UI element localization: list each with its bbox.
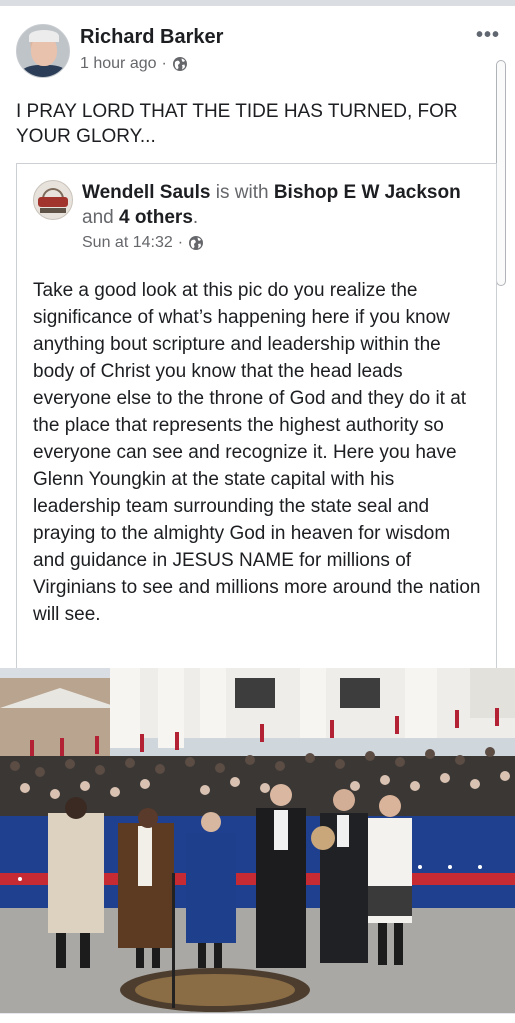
author-avatar[interactable] xyxy=(16,24,70,78)
author-name[interactable]: Richard Barker xyxy=(80,26,223,49)
bottom-divider xyxy=(0,1013,515,1023)
photo-illustration xyxy=(0,668,515,1013)
post-photo[interactable] xyxy=(0,668,515,1013)
period: . xyxy=(192,207,199,228)
shared-post-meta: Sun at 14:32 · xyxy=(82,234,204,252)
scrollbar[interactable] xyxy=(496,60,506,286)
shared-author-avatar[interactable] xyxy=(33,180,73,220)
meta-separator: · xyxy=(177,234,184,251)
others-link[interactable]: 4 others xyxy=(119,207,193,228)
post-meta: 1 hour ago · xyxy=(80,55,188,73)
meta-separator: · xyxy=(161,55,167,72)
post-text: I PRAY LORD THAT THE TIDE HAS TURNED, FO… xyxy=(16,101,458,147)
is-with-text: is with xyxy=(215,182,269,203)
tagged-person[interactable]: Bishop E W Jackson xyxy=(274,182,461,203)
shared-author-name[interactable]: Wendell Sauls xyxy=(82,182,210,203)
top-divider xyxy=(0,0,515,6)
globe-icon xyxy=(189,236,204,250)
post-time[interactable]: 1 hour ago xyxy=(80,55,157,73)
more-options-icon[interactable]: ••• xyxy=(476,24,500,47)
globe-icon xyxy=(172,57,187,71)
post-header: Richard Barker 1 hour ago · ••• xyxy=(16,22,500,82)
shared-post-time[interactable]: Sun at 14:32 xyxy=(82,234,173,252)
and-text: and xyxy=(82,207,114,228)
shared-post-header: Wendell Sauls is with Bishop E W Jackson… xyxy=(82,180,492,230)
shared-post-text: Take a good look at this pic do you real… xyxy=(33,280,481,625)
